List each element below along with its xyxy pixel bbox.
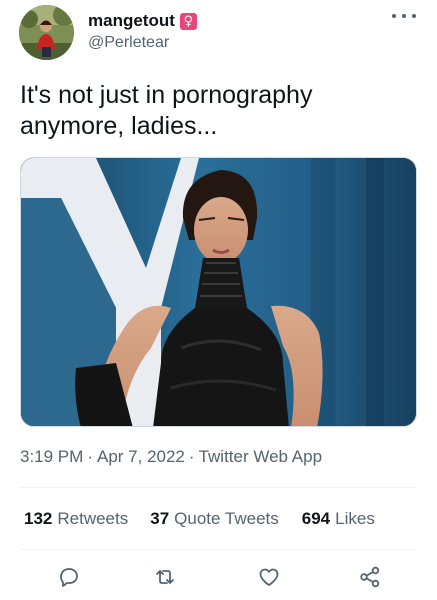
author-display-name[interactable]: mangetout bbox=[88, 10, 175, 32]
avatar-image bbox=[19, 5, 74, 60]
female-sign-icon: ♀ bbox=[179, 12, 197, 30]
tweet-source[interactable]: Twitter Web App bbox=[199, 447, 322, 466]
retweet-button[interactable] bbox=[150, 562, 180, 592]
avatar[interactable] bbox=[19, 5, 74, 60]
like-button[interactable] bbox=[254, 562, 284, 592]
likes-label: Likes bbox=[335, 509, 375, 528]
tweet-photo[interactable] bbox=[20, 157, 417, 427]
quote-tweets-stat[interactable]: 37 Quote Tweets bbox=[150, 508, 279, 530]
divider bbox=[20, 487, 417, 488]
retweets-label: Retweets bbox=[57, 509, 129, 528]
photo-image bbox=[21, 158, 416, 426]
share-button[interactable] bbox=[355, 562, 385, 592]
retweets-stat[interactable]: 132 Retweets bbox=[24, 508, 128, 530]
tweet-action-bar bbox=[0, 562, 437, 592]
reply-button[interactable] bbox=[54, 562, 84, 592]
more-horizontal-icon[interactable] bbox=[392, 11, 416, 21]
reply-icon bbox=[60, 568, 78, 587]
tweet-date[interactable]: Apr 7, 2022 bbox=[97, 447, 185, 466]
meta-separator: · bbox=[188, 447, 195, 466]
likes-stat[interactable]: 694 Likes bbox=[302, 508, 375, 530]
retweet-icon bbox=[156, 570, 174, 584]
tweet-detail: mangetout ♀ @Perletear It's not just in … bbox=[0, 0, 437, 600]
share-icon bbox=[360, 566, 380, 588]
tweet-timestamp[interactable]: 3:19 PM · Apr 7, 2022 · Twitter Web App bbox=[20, 446, 322, 468]
meta-separator: · bbox=[87, 447, 93, 466]
retweets-count: 132 bbox=[24, 509, 53, 528]
quote-tweets-count: 37 bbox=[150, 509, 170, 528]
tweet-time[interactable]: 3:19 PM bbox=[20, 447, 83, 466]
tweet-text: It's not just in pornography anymore, la… bbox=[20, 81, 313, 140]
author-name-row[interactable]: mangetout ♀ bbox=[88, 10, 197, 32]
author-handle[interactable]: @Perletear bbox=[88, 33, 169, 53]
likes-count: 694 bbox=[301, 509, 331, 528]
heart-icon bbox=[259, 568, 279, 586]
quote-tweets-label: Quote Tweets bbox=[174, 509, 279, 528]
divider bbox=[20, 549, 417, 550]
tweet-stats: 132 Retweets 37 Quote Tweets 694 Likes bbox=[24, 508, 375, 530]
